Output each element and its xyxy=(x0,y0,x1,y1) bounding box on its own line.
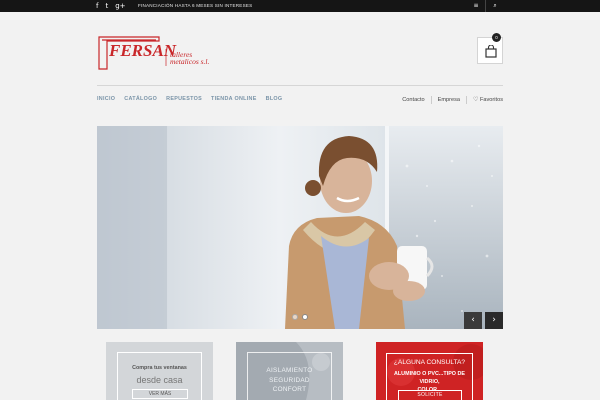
slider-dots xyxy=(292,314,308,320)
promo-line-2: desde casa xyxy=(136,375,183,385)
promo-box-features[interactable]: AISLAMIENTO SEGURIDAD CONFORT xyxy=(236,342,343,400)
heart-icon: ♡ xyxy=(473,96,479,103)
nav-item-empresa[interactable]: Empresa xyxy=(432,97,466,104)
main-nav: INICIO CATÁLOGO REPUESTOS TIENDA ONLINE … xyxy=(97,96,282,103)
promo-box-online[interactable]: Compra tus ventanas desde casa VER MÁS xyxy=(106,342,213,400)
promo-line-3: CONFORT xyxy=(272,386,307,393)
search-icon[interactable]: ⌕ xyxy=(486,0,504,12)
shopping-bag-icon xyxy=(485,44,497,63)
hero-image xyxy=(97,126,503,329)
slider-next-button[interactable]: › xyxy=(485,312,503,329)
slider-dot-active[interactable] xyxy=(302,314,308,320)
cart-button[interactable]: 0 xyxy=(477,33,503,64)
nav-item-favoritos[interactable]: ♡ Favoritos xyxy=(467,96,503,104)
promo-line-2: SEGURIDAD xyxy=(269,376,310,384)
logo-subtitle-2: metalicos s.l. xyxy=(170,57,209,66)
twitter-icon[interactable]: t xyxy=(105,0,108,12)
slider-dot[interactable] xyxy=(292,314,298,320)
site-logo[interactable]: FERSAN talleres metalicos s.l. xyxy=(97,35,227,71)
header-divider xyxy=(97,85,503,86)
promo-line-1: ALUMINIO O PVC...TIPO DE VIDRIO, xyxy=(394,371,465,385)
social-links: f t g+ xyxy=(96,0,126,12)
promo-frame: ¿ALGUNA CONSULTA? ALUMINIO O PVC...TIPO … xyxy=(386,353,473,400)
slider-prev-button[interactable]: ‹ xyxy=(464,312,482,329)
google-plus-icon[interactable]: g+ xyxy=(115,0,125,12)
nav-item-catalogo[interactable]: CATÁLOGO xyxy=(124,96,157,103)
nav-item-inicio[interactable]: INICIO xyxy=(97,96,115,103)
facebook-icon[interactable]: f xyxy=(96,0,98,12)
top-bar-actions: ≡ ⌕ xyxy=(467,0,504,12)
promo-line-1: AISLAMIENTO xyxy=(266,367,313,374)
promo-frame: AISLAMIENTO SEGURIDAD CONFORT xyxy=(247,352,332,400)
promo-frame: Compra tus ventanas desde casa VER MÁS xyxy=(117,352,202,400)
nav-item-blog[interactable]: BLOG xyxy=(266,96,283,103)
logo-wordmark: FERSAN xyxy=(108,41,177,60)
request-info-button[interactable]: SOLICITE INFORMACIÓN xyxy=(398,390,462,400)
favoritos-label: Favoritos xyxy=(479,97,503,103)
secondary-nav: Contacto Empresa ♡ Favoritos xyxy=(396,96,503,104)
promo-box-contact[interactable]: ¿ALGUNA CONSULTA? ALUMINIO O PVC...TIPO … xyxy=(376,342,483,400)
menu-icon[interactable]: ≡ xyxy=(467,0,485,12)
hero-slider[interactable]: ‹ › xyxy=(97,126,503,329)
top-bar: f t g+ FINANCIACIÓN HASTA 6 MESES SIN IN… xyxy=(0,0,600,12)
promo-button[interactable]: VER MÁS xyxy=(132,389,188,399)
promo-line-1: Compra tus ventanas xyxy=(132,365,187,371)
promo-question: ¿ALGUNA CONSULTA? xyxy=(393,359,466,366)
nav-item-contacto[interactable]: Contacto xyxy=(396,97,430,104)
nav-item-repuestos[interactable]: REPUESTOS xyxy=(166,96,202,103)
cart-count-badge: 0 xyxy=(492,33,501,42)
nav-item-tienda-online[interactable]: TIENDA ONLINE xyxy=(211,96,257,103)
financing-promo-text: FINANCIACIÓN HASTA 6 MESES SIN INTERESES xyxy=(138,3,253,8)
